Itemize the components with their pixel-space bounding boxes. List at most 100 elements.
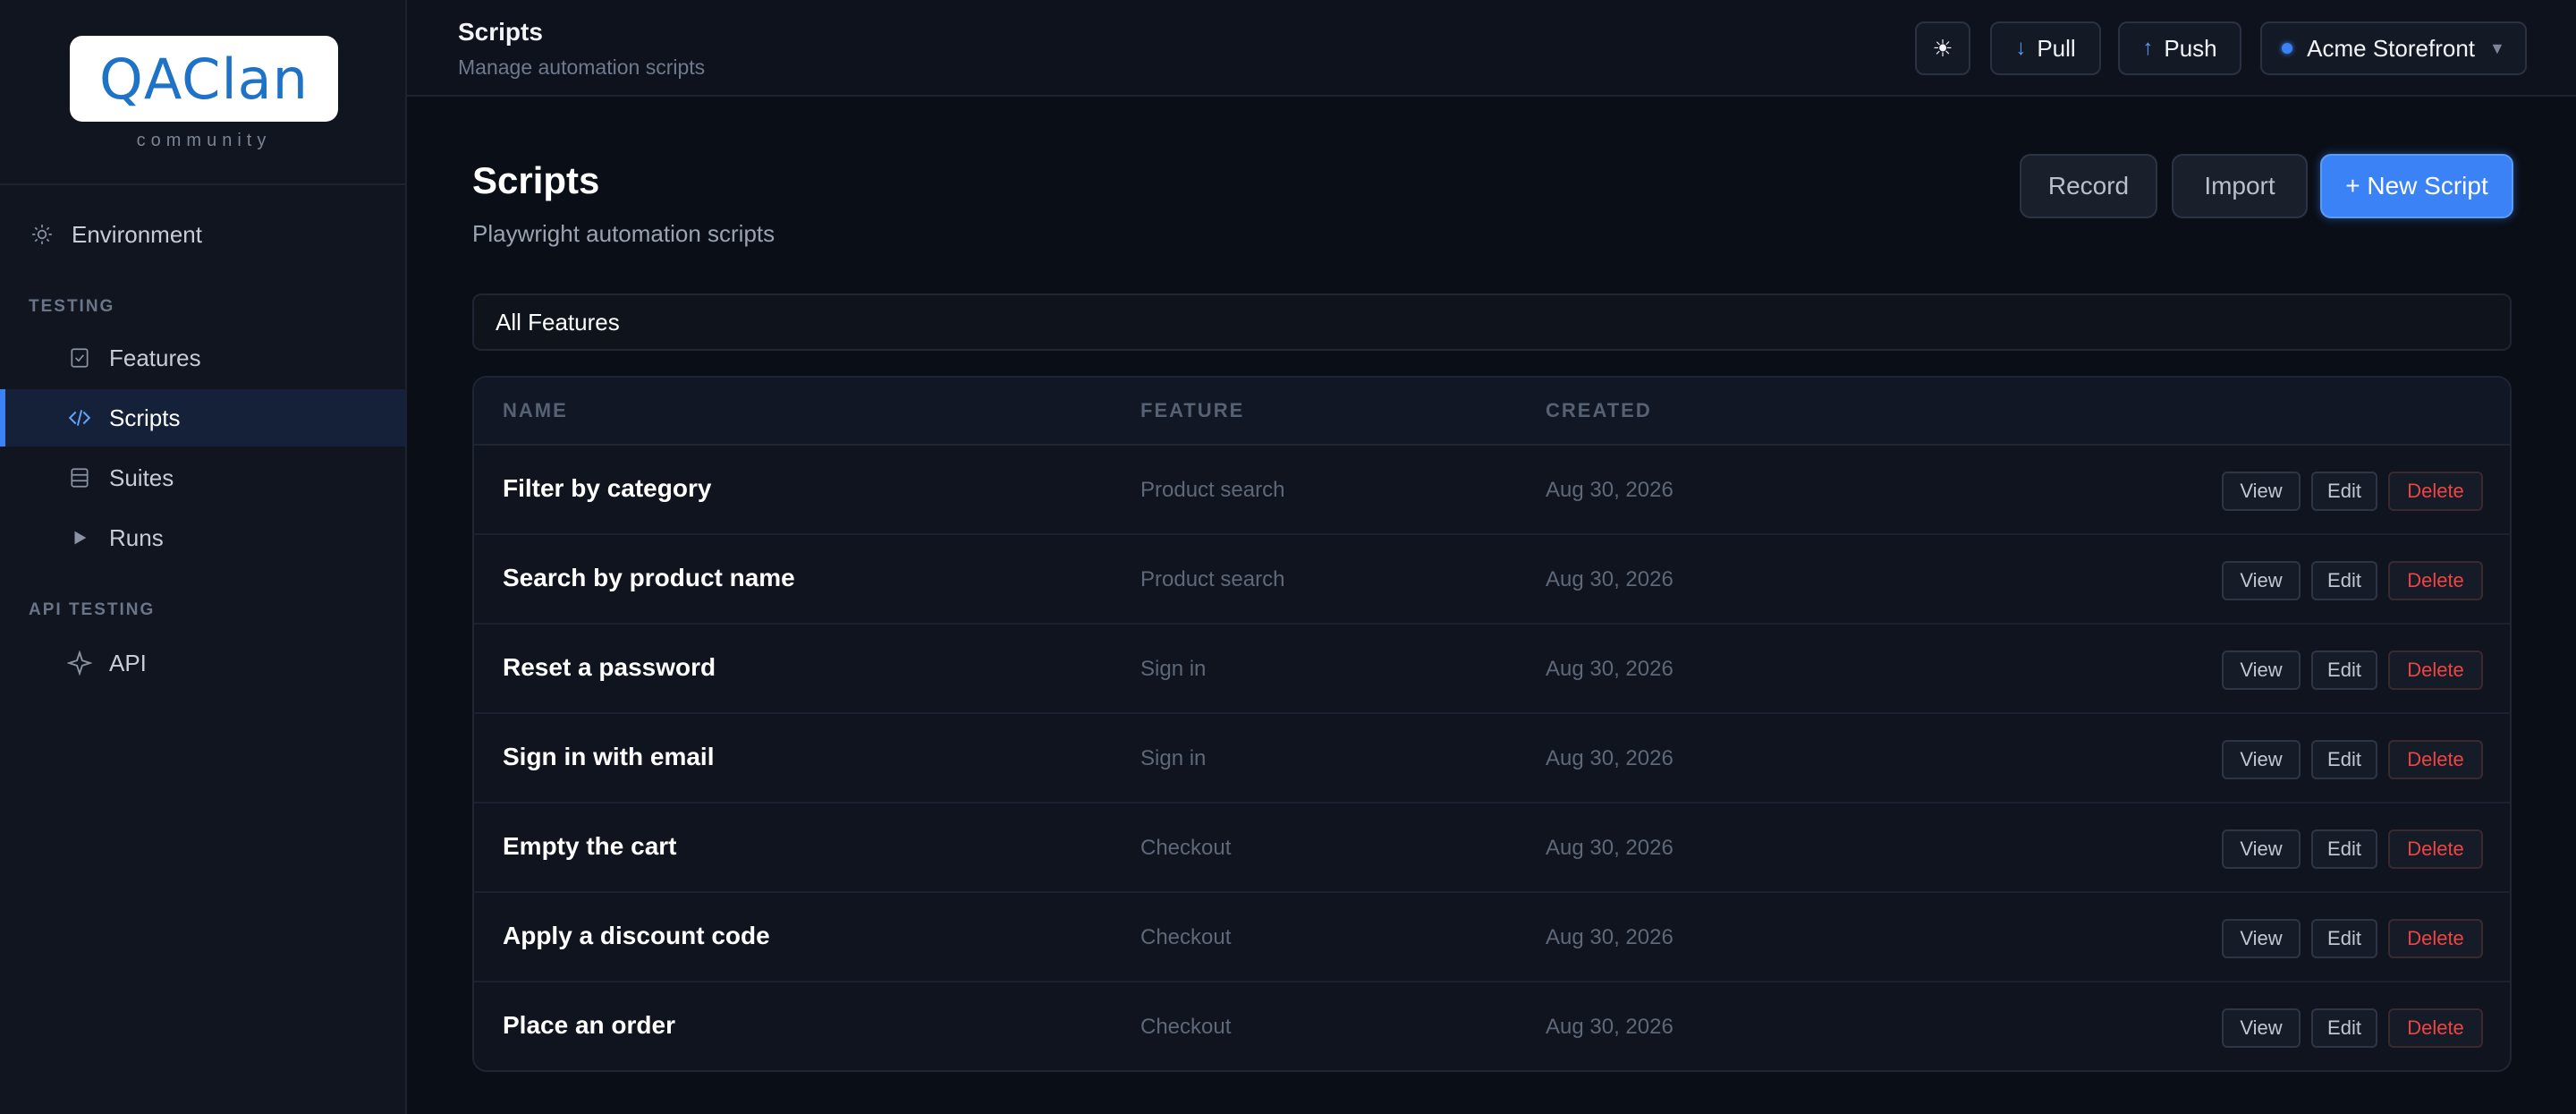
- script-name: Apply a discount code: [503, 922, 770, 949]
- script-created: Aug 30, 2026: [1546, 1015, 1674, 1039]
- script-name: Filter by category: [503, 474, 712, 502]
- script-feature: Checkout: [1140, 1015, 1232, 1039]
- table-header: NAME FEATURE CREATED: [474, 378, 2510, 446]
- theme-toggle-button[interactable]: ☀: [1915, 21, 1970, 75]
- edit-button[interactable]: Edit: [2311, 1008, 2377, 1048]
- project-name: Acme Storefront: [2307, 34, 2476, 62]
- delete-button[interactable]: Delete: [2388, 1008, 2483, 1048]
- sidebar-item-environment[interactable]: Environment: [0, 206, 405, 263]
- delete-button[interactable]: Delete: [2388, 919, 2483, 958]
- edit-button[interactable]: Edit: [2311, 472, 2377, 511]
- column-header-created: CREATED: [1546, 399, 1652, 421]
- delete-button[interactable]: Delete: [2388, 472, 2483, 511]
- record-button[interactable]: Record: [2020, 154, 2157, 218]
- table-row: Apply a discount code Checkout Aug 30, 2…: [474, 893, 2510, 982]
- qaclan-logo[interactable]: QAClan: [70, 36, 338, 122]
- script-name: Place an order: [503, 1011, 675, 1039]
- script-created: Aug 30, 2026: [1546, 836, 1674, 860]
- script-created: Aug 30, 2026: [1546, 567, 1674, 591]
- table-row: Place an order Checkout Aug 30, 2026 Vie…: [474, 982, 2510, 1070]
- sidebar-item-suites[interactable]: Suites: [0, 449, 405, 506]
- page-subtitle: Playwright automation scripts: [472, 220, 775, 247]
- project-selector[interactable]: Acme Storefront ▼: [2260, 21, 2527, 75]
- view-button[interactable]: View: [2222, 561, 2301, 600]
- page-title: Scripts: [472, 159, 600, 201]
- sparkle-icon: [66, 650, 93, 676]
- view-button[interactable]: View: [2222, 651, 2301, 690]
- view-button[interactable]: View: [2222, 472, 2301, 511]
- script-feature: Checkout: [1140, 925, 1232, 949]
- delete-button[interactable]: Delete: [2388, 561, 2483, 600]
- view-button[interactable]: View: [2222, 1008, 2301, 1048]
- logo-subtitle: community: [136, 131, 272, 150]
- script-feature: Product search: [1140, 567, 1285, 591]
- edit-button[interactable]: Edit: [2311, 919, 2377, 958]
- status-dot-icon: [2282, 43, 2293, 54]
- script-name: Sign in with email: [503, 743, 715, 770]
- arrow-up-icon: ↑: [2142, 36, 2154, 60]
- edit-button[interactable]: Edit: [2311, 561, 2377, 600]
- script-created: Aug 30, 2026: [1546, 925, 1674, 949]
- table-row: Search by product name Product search Au…: [474, 535, 2510, 625]
- table-row: Filter by category Product search Aug 30…: [474, 446, 2510, 535]
- script-feature: Product search: [1140, 478, 1285, 502]
- column-header-feature: FEATURE: [1140, 399, 1245, 421]
- checklist-icon: [66, 344, 93, 371]
- script-feature: Checkout: [1140, 836, 1232, 860]
- sidebar-divider: [0, 183, 407, 185]
- sidebar-item-api[interactable]: API: [0, 634, 405, 692]
- feature-filter-select[interactable]: All Features: [472, 293, 2512, 351]
- pull-label: Pull: [2037, 34, 2076, 62]
- table-row: Sign in with email Sign in Aug 30, 2026 …: [474, 714, 2510, 804]
- arrow-down-icon: ↓: [2015, 36, 2027, 60]
- sidebar: QAClan community Environment TESTING Fea…: [0, 0, 407, 1114]
- sidebar-item-label: Environment: [72, 220, 202, 248]
- sidebar-item-label: API: [109, 649, 147, 676]
- script-created: Aug 30, 2026: [1546, 746, 1674, 770]
- logo-text: QAClan: [99, 46, 309, 112]
- script-created: Aug 30, 2026: [1546, 478, 1674, 502]
- sidebar-item-scripts[interactable]: Scripts: [0, 389, 405, 446]
- sidebar-item-features[interactable]: Features: [0, 329, 405, 387]
- sun-icon: ☀: [1932, 34, 1953, 62]
- section-label-api-testing: API TESTING: [29, 600, 156, 619]
- delete-button[interactable]: Delete: [2388, 740, 2483, 779]
- script-name: Empty the cart: [503, 832, 677, 860]
- import-button[interactable]: Import: [2172, 154, 2308, 218]
- script-feature: Sign in: [1140, 657, 1207, 681]
- push-button[interactable]: ↑ Push: [2118, 21, 2241, 75]
- filter-value: All Features: [496, 308, 620, 336]
- edit-button[interactable]: Edit: [2311, 651, 2377, 690]
- view-button[interactable]: View: [2222, 919, 2301, 958]
- section-label-testing: TESTING: [29, 297, 115, 316]
- sidebar-item-label: Features: [109, 344, 201, 371]
- script-name: Reset a password: [503, 653, 716, 681]
- chevron-down-icon: ▼: [2489, 38, 2505, 57]
- script-created: Aug 30, 2026: [1546, 657, 1674, 681]
- push-label: Push: [2164, 34, 2217, 62]
- sidebar-item-label: Scripts: [109, 404, 181, 431]
- pull-button[interactable]: ↓ Pull: [1990, 21, 2101, 75]
- new-script-button[interactable]: + New Script: [2320, 154, 2513, 218]
- delete-button[interactable]: Delete: [2388, 829, 2483, 869]
- view-button[interactable]: View: [2222, 740, 2301, 779]
- script-feature: Sign in: [1140, 746, 1207, 770]
- edit-button[interactable]: Edit: [2311, 740, 2377, 779]
- sun-icon: [29, 221, 55, 248]
- column-header-name: NAME: [503, 399, 568, 421]
- topbar-title: Scripts: [458, 18, 543, 46]
- table-row: Reset a password Sign in Aug 30, 2026 Vi…: [474, 625, 2510, 714]
- topbar: Scripts Manage automation scripts ☀ ↓ Pu…: [407, 0, 2576, 97]
- edit-button[interactable]: Edit: [2311, 829, 2377, 869]
- delete-button[interactable]: Delete: [2388, 651, 2483, 690]
- sidebar-item-label: Runs: [109, 523, 164, 551]
- code-icon: [66, 404, 93, 431]
- table-row: Empty the cart Checkout Aug 30, 2026 Vie…: [474, 804, 2510, 893]
- sidebar-item-runs[interactable]: Runs: [0, 509, 405, 566]
- sidebar-item-label: Suites: [109, 463, 174, 491]
- play-icon: [66, 524, 93, 551]
- scripts-table: NAME FEATURE CREATED Filter by category …: [472, 376, 2512, 1072]
- view-button[interactable]: View: [2222, 829, 2301, 869]
- topbar-subtitle: Manage automation scripts: [458, 55, 706, 79]
- script-name: Search by product name: [503, 564, 795, 591]
